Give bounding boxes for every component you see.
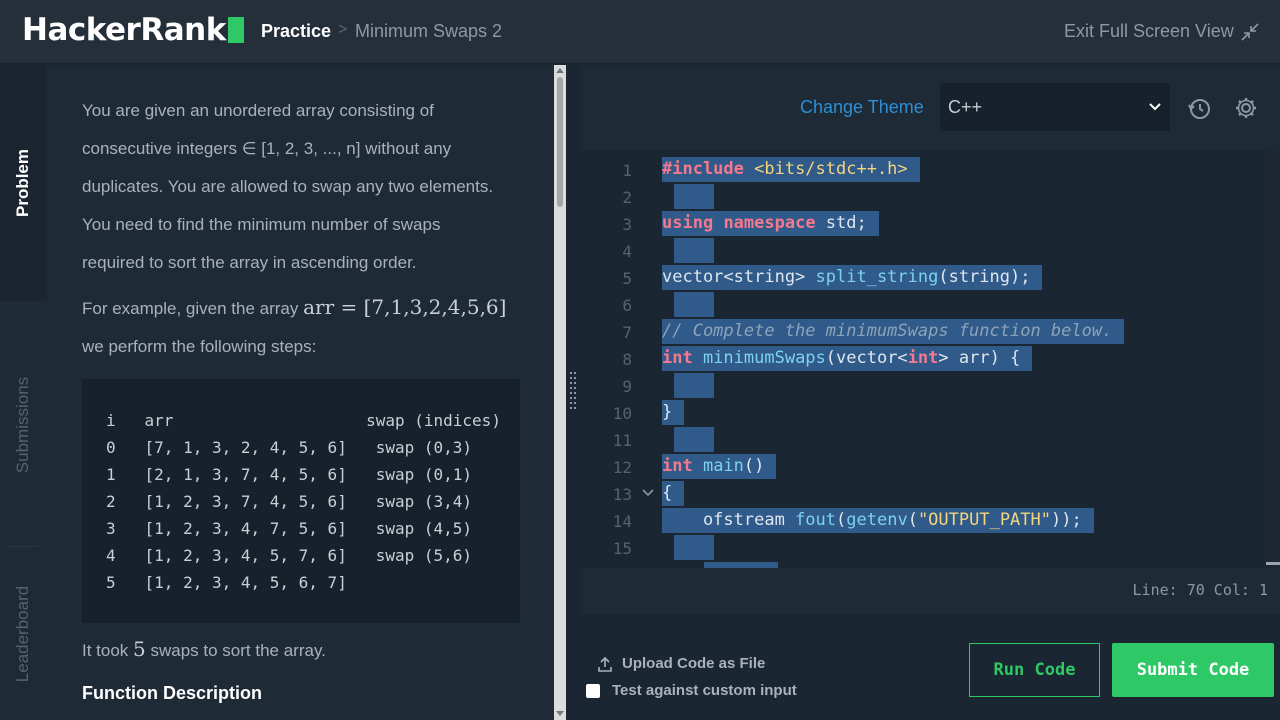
code-line-14: ofstream fout(getenv("OUTPUT_PATH")); <box>662 508 1094 533</box>
drag-handle-icon[interactable] <box>570 372 576 414</box>
code-line-2 <box>674 184 714 209</box>
chevron-down-icon <box>1149 103 1161 111</box>
summary-count: 5 <box>133 637 146 661</box>
summary-prefix: It took <box>82 641 134 660</box>
editor-toolbar <box>580 65 1280 150</box>
scroll-down-arrow[interactable] <box>556 711 564 716</box>
example-math: arr = [7,1,3,2,4,5,6] <box>303 295 507 319</box>
example-text: For example, given the array arr = [7,1,… <box>82 288 522 366</box>
custom-input-label: Test against custom input <box>612 682 797 699</box>
code-line-4 <box>674 238 714 263</box>
line-number: 8 <box>622 350 632 369</box>
steps-header: i arr swap (indices) <box>106 411 501 430</box>
editor-scrollbar[interactable] <box>1265 150 1280 568</box>
collapse-icon[interactable] <box>1240 22 1260 42</box>
code-line-5: vector<string> split_string(string); <box>662 265 1043 290</box>
exit-fullscreen-link[interactable]: Exit Full Screen View <box>1064 21 1234 42</box>
problem-statement: You are given an unordered array consist… <box>82 92 522 282</box>
breadcrumb-separator: > <box>338 21 348 38</box>
code-line-8: int minimumSwaps(vector<int> arr) { <box>662 346 1033 371</box>
problem-panel: You are given an unordered array consist… <box>47 65 554 720</box>
line-number: 10 <box>612 404 632 423</box>
custom-input-checkbox[interactable] <box>586 683 600 698</box>
tab-problem-label: Problem <box>13 148 33 218</box>
cursor-position: Line: 70 Col: 1 <box>1132 581 1268 599</box>
function-description-heading: Function Description <box>82 683 262 703</box>
example-prefix: For example, given the array <box>82 299 304 318</box>
top-bar: HackerRank Practice > Minimum Swaps 2 Ex… <box>0 0 1280 64</box>
fold-chevron-icon[interactable] <box>642 488 654 498</box>
submit-code-button[interactable]: Submit Code <box>1112 643 1274 697</box>
language-select[interactable]: C++ <box>940 83 1170 131</box>
code-line-3: using namespace std; <box>662 211 879 236</box>
change-theme-link[interactable]: Change Theme <box>800 97 924 118</box>
code-line-15 <box>674 535 714 560</box>
run-code-button[interactable]: Run Code <box>969 643 1100 697</box>
statement-line: duplicates. You are allowed to swap any … <box>82 177 494 196</box>
code-line-12: int main() <box>662 454 777 479</box>
steps-row: 4 [1, 2, 3, 4, 5, 7, 6] swap (5,6) <box>106 546 473 565</box>
language-value: C++ <box>948 97 983 117</box>
statement-line: consecutive integers ∈ [1, 2, 3, ..., n]… <box>82 139 452 158</box>
code-line-7: // Complete the minimumSwaps function be… <box>662 319 1125 344</box>
editor-scroll-marker <box>1266 562 1280 565</box>
logo-text: HackerRank <box>22 12 226 48</box>
tab-leaderboard[interactable]: Leaderboard <box>0 548 47 720</box>
line-number: 5 <box>622 269 632 288</box>
line-number: 13 <box>612 485 632 504</box>
history-icon[interactable] <box>1187 96 1213 122</box>
gear-icon[interactable] <box>1234 96 1258 120</box>
swap-summary: It took 5 swaps to sort the array. <box>82 630 522 670</box>
breadcrumb-current: Minimum Swaps 2 <box>355 21 503 41</box>
steps-row: 2 [1, 2, 3, 7, 4, 5, 6] swap (3,4) <box>106 492 473 511</box>
steps-row: 5 [1, 2, 3, 4, 5, 6, 7] <box>106 573 347 592</box>
scroll-up-arrow[interactable] <box>556 68 564 73</box>
code-line-6 <box>674 292 714 317</box>
tab-submissions-label: Submissions <box>13 376 33 473</box>
line-number: 15 <box>612 539 632 558</box>
line-number: 4 <box>622 242 632 261</box>
upload-label: Upload Code as File <box>622 655 766 672</box>
problem-scrollbar[interactable] <box>554 65 566 720</box>
tab-divider <box>8 546 39 547</box>
line-number: 12 <box>612 458 632 477</box>
statement-line: You need to find the minimum number of s… <box>82 215 441 234</box>
line-number: 6 <box>622 296 632 315</box>
hackerrank-logo[interactable]: HackerRank <box>22 12 244 48</box>
line-number: 9 <box>622 377 632 396</box>
line-number: 2 <box>622 188 632 207</box>
scrollbar-thumb[interactable] <box>557 77 563 207</box>
breadcrumb-practice[interactable]: Practice <box>261 21 331 42</box>
steps-row: 0 [7, 1, 3, 2, 4, 5, 6] swap (0,3) <box>106 438 473 457</box>
line-number: 14 <box>612 512 632 531</box>
line-number: 7 <box>622 323 632 342</box>
code-line-1: #include <bits/stdc++.h> <box>662 157 920 182</box>
code-line-11 <box>674 427 714 452</box>
line-number: 1 <box>622 161 632 180</box>
example-steps-block: i arr swap (indices) 0 [7, 1, 3, 2, 4, 5… <box>82 379 520 623</box>
code-line-13: { <box>662 481 685 506</box>
custom-input-toggle[interactable]: Test against custom input <box>586 682 797 699</box>
upload-icon <box>598 656 612 672</box>
code-line-9 <box>674 373 714 398</box>
code-line-10: } <box>662 400 685 425</box>
logo-green-block <box>227 17 244 43</box>
steps-row: 3 [1, 2, 3, 4, 7, 5, 6] swap (4,5) <box>106 519 473 538</box>
tab-problem[interactable]: Problem <box>0 65 47 301</box>
statement-line: You are given an unordered array consist… <box>82 101 434 120</box>
tab-submissions[interactable]: Submissions <box>0 302 47 547</box>
upload-code-button[interactable]: Upload Code as File <box>598 655 765 672</box>
code-editor[interactable]: 1 2 3 4 5 6 7 8 9 10 11 12 13 14 15 #inc… <box>580 150 1280 568</box>
tab-leaderboard-label: Leaderboard <box>13 585 33 683</box>
statement-line: required to sort the array in ascending … <box>82 253 417 272</box>
example-suffix: we perform the following steps: <box>82 337 317 356</box>
summary-suffix: swaps to sort the array. <box>145 641 326 660</box>
editor-status-bar: Line: 70 Col: 1 <box>580 568 1280 614</box>
line-number: 3 <box>622 215 632 234</box>
steps-row: 1 [2, 1, 3, 7, 4, 5, 6] swap (0,1) <box>106 465 473 484</box>
line-number: 11 <box>612 431 632 450</box>
